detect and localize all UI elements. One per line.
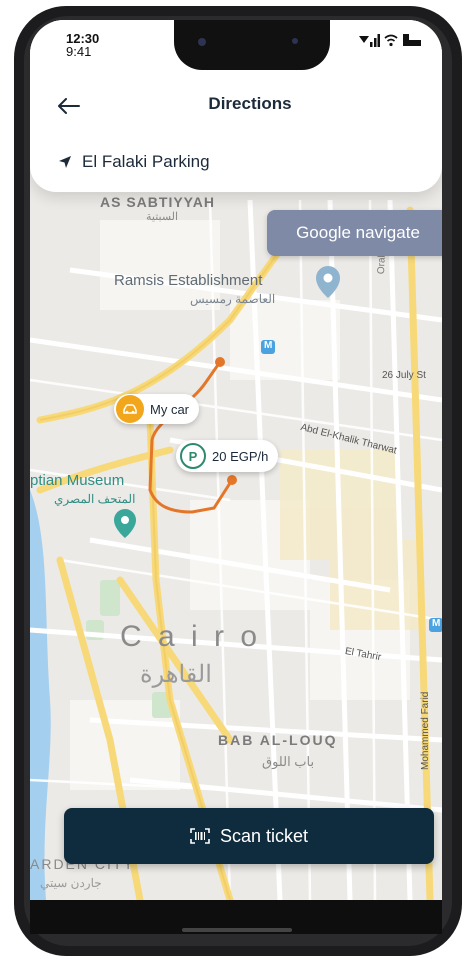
scan-ticket-label: Scan ticket	[219, 825, 309, 846]
map-label-ramsis-arabic: العاصمة رمسيس	[190, 292, 276, 306]
parking-rate: 20 EGP/h	[212, 448, 269, 464]
map-label-as-sabtiyyah-arabic: السبتية	[146, 211, 179, 223]
back-button[interactable]	[52, 92, 86, 120]
scan-icon	[190, 828, 210, 844]
status-time: 12:30 9:41	[66, 32, 99, 58]
my-car-marker[interactable]: My car	[114, 394, 199, 424]
arrow-left-icon	[58, 98, 80, 114]
destination-label: El Falaki Parking	[82, 152, 210, 171]
status-time-secondary: 9:41	[66, 44, 92, 59]
map-label-garden-city-arabic: جاردن سيتي	[40, 876, 102, 890]
map-label-egyptian-museum-arabic: المتحف المصري	[54, 492, 136, 506]
status-icons	[358, 32, 422, 48]
destination-row[interactable]: El Falaki Parking	[58, 152, 210, 172]
map-label-mohammed-farid: Mohammed Farid	[420, 691, 431, 770]
my-car-label: My car	[150, 401, 189, 417]
navigation-arrow-icon	[59, 156, 71, 168]
map-label-cairo-arabic: القاهرة	[140, 661, 212, 688]
map-label-bab-al-louq-arabic: باب اللوق	[262, 754, 315, 769]
map-label-cairo: C a i r o	[120, 620, 262, 653]
map-label-26-july: 26 July St	[382, 370, 426, 381]
car-icon	[116, 395, 144, 423]
wifi-icon	[384, 34, 398, 47]
battery-icon	[403, 34, 421, 46]
parking-marker[interactable]: P 20 EGP/h	[176, 440, 279, 472]
parking-icon: P	[180, 443, 206, 469]
sensor	[292, 38, 298, 44]
camera-notch	[174, 20, 330, 70]
map-label-bab-al-louq: BAB AL-LOUQ	[218, 732, 338, 748]
map-label-egyptian-museum: ptian Museum	[30, 472, 125, 489]
scan-ticket-button[interactable]: Scan ticket	[64, 808, 434, 864]
metro-label: M	[432, 618, 441, 629]
google-navigate-button[interactable]: Google navigate	[267, 210, 442, 256]
page-title: Directions	[208, 94, 292, 113]
front-camera	[198, 38, 206, 46]
home-indicator	[182, 928, 292, 932]
signal-icon	[359, 34, 380, 47]
map-label-as-sabtiyyah: AS SABTIYYAH	[100, 194, 215, 210]
app-screen: AS SABTIYYAH السبتية Ramsis Establishmen…	[30, 20, 442, 900]
map-label-ramsis: Ramsis Establishment	[114, 272, 263, 289]
metro-label: M	[264, 340, 273, 351]
